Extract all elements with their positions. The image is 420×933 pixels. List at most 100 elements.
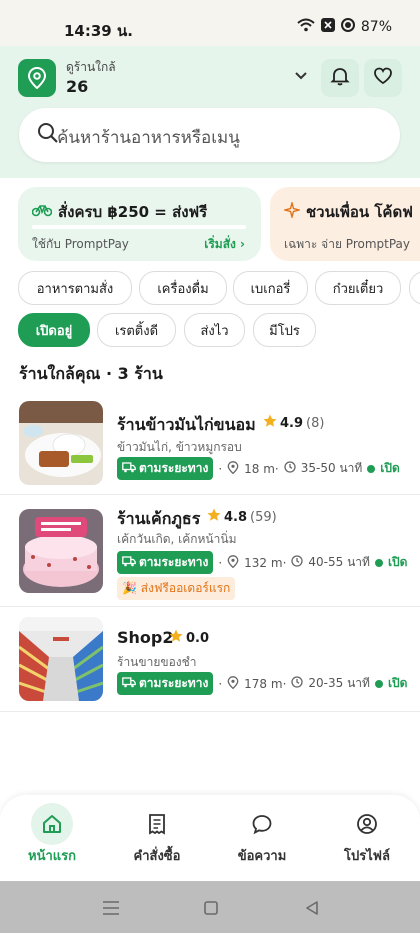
filter-chip-rating[interactable]: เรตติ้งดี [97, 313, 176, 347]
restaurant-description: ร้านขายของชำ [117, 655, 197, 669]
search-bar[interactable]: ค้นหาร้านอาหารหรือเมนู [19, 108, 400, 162]
sparkle-icon [282, 200, 302, 222]
promo-title: สั่งครบ ฿250 = ส่งฟรี [58, 203, 208, 221]
delivery-tag: ตามระยะทาง [117, 457, 214, 480]
nav-home[interactable]: หน้าแรก [2, 803, 102, 866]
nav-messages[interactable]: ข้อความ [212, 803, 312, 866]
nav-profile[interactable]: โปรไฟล์ [317, 803, 417, 866]
rating-count: (8) [306, 415, 325, 431]
battery-level: 87% [360, 19, 392, 35]
restaurant-image [19, 509, 103, 593]
favorites-button[interactable] [364, 59, 402, 97]
filter-chip-open[interactable]: เปิดอยู่ [18, 313, 90, 347]
search-icon [37, 122, 59, 148]
open-dot [374, 679, 383, 688]
open-status: เปิด [387, 555, 408, 569]
filter-chip-fast[interactable]: ส่งไว [184, 313, 245, 347]
delivery-tag: ตามระยะทาง [117, 551, 214, 574]
promo-subtitle: เฉพาะ จ่าย PromptPay [284, 237, 410, 251]
promo-title: ชวนเพื่อน โค้ดฟ [306, 203, 413, 221]
receipt-icon [136, 803, 178, 845]
restaurant-rating: 0.0 [169, 629, 209, 647]
promo-badge: 🎉 ส่งฟรีออเดอร์แรก [117, 577, 236, 600]
section-title: ร้านใกล้คุณ · 3 ร้าน [19, 364, 163, 383]
notification-button[interactable] [321, 59, 359, 97]
status-bar: 14:39 น. 87% [0, 0, 420, 46]
delivery-tag: ตามระยะทาง [117, 672, 214, 695]
rating-count: (59) [250, 509, 277, 525]
truck-icon [122, 461, 136, 476]
restaurant-meta: ตามระยะทาง · 132 m· 40-55 นาที เปิด [117, 551, 407, 574]
home-icon [31, 803, 73, 845]
star-icon [169, 629, 183, 647]
open-dot [367, 464, 376, 473]
bicycle-icon [31, 203, 53, 221]
distance-pin-icon [227, 554, 239, 571]
restaurant-name: Shop2 [117, 628, 174, 647]
promo-card-referral[interactable]: ชวนเพื่อน โค้ดฟ เฉพาะ จ่าย PromptPay [270, 187, 420, 261]
restaurant-row[interactable]: Shop2 0.0 ร้านขายของชำ ตามระยะทาง · 178 … [0, 607, 420, 712]
distance-pin-icon [227, 460, 239, 477]
distance: 132 m· [244, 555, 287, 570]
location-pin-icon[interactable] [18, 59, 56, 97]
open-dot [374, 558, 383, 567]
restaurant-description: ข้าวมันไก่, ข้าวหมูกรอบ [117, 440, 242, 454]
restaurant-name: ร้านข้าวมันไก่ขนอม [117, 415, 256, 434]
restaurant-rating: 4.9 (8) [263, 414, 324, 432]
restaurant-name: ร้านเค้กภูธร [117, 509, 201, 528]
promo-progress-bar [32, 225, 246, 229]
nav-orders[interactable]: คำสั่งซื้อ [107, 803, 207, 866]
clock-icon [291, 555, 304, 570]
truck-icon [122, 676, 136, 691]
restaurant-image [19, 617, 103, 701]
delivery-time: 35-50 นาที [300, 461, 363, 475]
category-chip-more[interactable] [409, 271, 420, 305]
clock-icon [284, 461, 296, 476]
restaurant-meta: ตามระยะทาง · 178 m· 20-35 นาที เปิด [117, 672, 407, 695]
bell-icon [330, 66, 350, 90]
wifi-icon [297, 18, 315, 36]
star-icon [207, 508, 221, 526]
category-chip[interactable]: ก๋วยเตี๋ยว [315, 271, 401, 305]
restaurant-row[interactable]: ร้านข้าวมันไก่ขนอม 4.9 (8) ข้าวมันไก่, ข… [0, 388, 420, 495]
category-chip[interactable]: เครื่องดื่ม [139, 271, 227, 305]
chat-icon [241, 803, 283, 845]
status-time: 14:39 น. [64, 22, 133, 40]
restaurant-row[interactable]: ร้านเค้กภูธร 4.8 (59) เค้กวันเกิด, เค้กห… [0, 495, 420, 607]
location-value[interactable]: 26 [66, 77, 88, 96]
truck-icon [122, 555, 136, 570]
bottom-nav: หน้าแรก คำสั่งซื้อ ข้อความ โปรไฟล์ [0, 795, 420, 881]
open-status: เปิด [387, 676, 408, 690]
category-chip[interactable]: เบเกอรี่ [233, 271, 308, 305]
system-navigation-bar [0, 881, 420, 933]
category-chip[interactable]: อาหารตามสั่ง [18, 271, 132, 305]
distance: 178 m· [244, 676, 287, 691]
filter-chip-promo[interactable]: มีโปร [253, 313, 316, 347]
rating-value: 4.9 [280, 415, 304, 431]
open-status: เปิด [380, 461, 400, 475]
promo-subtitle: ใช้กับ PromptPay [32, 237, 129, 251]
restaurant-rating: 4.8 (59) [207, 508, 277, 526]
promo-card-free-delivery[interactable]: สั่งครบ ฿250 = ส่งฟรี ใช้กับ PromptPay เ… [18, 187, 261, 261]
delivery-time: 20-35 นาที [308, 676, 370, 690]
promo-action-link[interactable]: เริ่มสั่ง › [204, 235, 245, 254]
location-label: ดูร้านใกล้ [66, 60, 116, 74]
clock-icon [291, 676, 304, 691]
battery-icon [340, 18, 355, 36]
search-placeholder: ค้นหาร้านอาหารหรือเมนู [57, 128, 240, 148]
heart-icon [373, 67, 393, 89]
restaurant-meta: ตามระยะทาง · 18 m· 35-50 นาที เปิด [117, 457, 400, 480]
distance: 18 m· [244, 461, 279, 476]
menu-icon[interactable] [103, 900, 119, 919]
distance-pin-icon [227, 675, 239, 692]
restaurant-image [19, 401, 103, 485]
restaurant-description: เค้กวันเกิด, เค้กหน้านิ่ม [117, 532, 237, 546]
chevron-down-icon[interactable] [294, 66, 308, 85]
star-icon [263, 414, 277, 432]
delivery-time: 40-55 นาที [308, 555, 370, 569]
back-icon[interactable] [305, 900, 319, 919]
home-square-icon[interactable] [204, 900, 218, 919]
rating-value: 4.8 [224, 509, 248, 525]
notification-icon [320, 18, 335, 36]
profile-icon [346, 803, 388, 845]
